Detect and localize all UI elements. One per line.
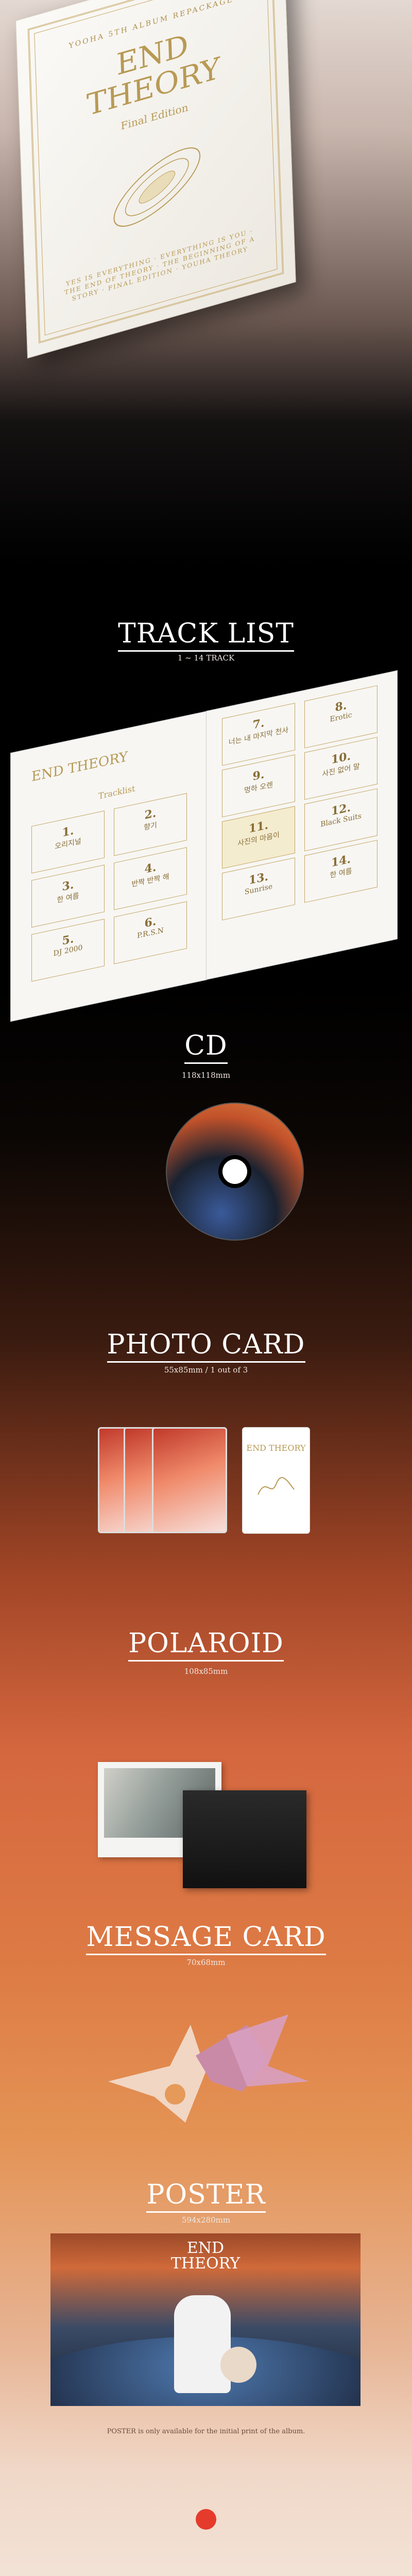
photocard-size: 55x85mm / 1 out of 3	[164, 1365, 248, 1375]
tracklist-left-page: END THEORY Tracklist 1. 오리지널 2. 향기 3. 한 여름 …	[10, 711, 207, 1022]
cd-size: 118x118mm	[181, 1071, 231, 1080]
tracklist-heading: TRACK LIST	[0, 618, 412, 652]
track-item: 6. P.R.S.N	[114, 901, 187, 964]
album-cover: YOOHA 5TH ALBUM REPACKAGE END THEORY Fin…	[15, 0, 296, 359]
photocard-front	[152, 1427, 227, 1533]
track-item: 2. 향기	[114, 793, 187, 856]
book-title: END THEORY	[31, 749, 128, 785]
photocard-title: PHOTO CARD	[107, 1329, 305, 1363]
polaroid-size: 108x85mm	[184, 1667, 228, 1676]
poster-image: END THEORY	[50, 2233, 360, 2406]
photocard-heading: PHOTO CARD	[0, 1329, 412, 1363]
polaroid-heading: POLAROID	[0, 1628, 412, 1662]
brand-logo-icon	[196, 2509, 216, 2530]
poster-image-title-line1: END	[186, 2239, 225, 2257]
poster-size: 594x280mm	[181, 2215, 231, 2225]
track-item: 5. DJ 2000	[31, 919, 105, 982]
cd-disc	[166, 1103, 304, 1241]
tracklist-title: TRACK LIST	[118, 618, 294, 652]
polaroid-envelope	[183, 1790, 306, 1888]
tracklist-book: END THEORY Tracklist 1. 오리지널 2. 향기 3. 한 여름 …	[10, 670, 402, 1022]
polaroid-title: POLAROID	[128, 1628, 284, 1662]
photocard-back: END THEORY	[242, 1427, 310, 1534]
tracklist-subtitle: 1 ~ 14 TRACK	[177, 653, 235, 663]
track-item: 13. Sunrise	[222, 857, 295, 921]
poster-note: POSTER is only available for the initial…	[107, 2428, 305, 2435]
cd-heading: CD	[0, 1030, 412, 1064]
book-left-label: Tracklist	[98, 783, 135, 801]
poster-title: POSTER	[146, 2179, 266, 2213]
poster-heading: POSTER	[0, 2179, 412, 2213]
track-item: 1. 오리지널	[31, 810, 105, 874]
messagecard-size: 70x68mm	[186, 1958, 226, 1967]
track-item: 14. 한 여름	[304, 840, 377, 903]
photocard-back-title: END THEORY	[246, 1443, 306, 1453]
tracklist-right-page: 7. 너는 내 마지막 천사 8. Erotic 9. 멍하 오렌 10. 사진 없어 …	[206, 670, 398, 980]
messagecard-heading: MESSAGE CARD	[0, 1922, 412, 1955]
poster-ball	[220, 2347, 256, 2383]
cd-title: CD	[184, 1030, 228, 1064]
poster-image-title: END THEORY	[50, 2241, 360, 2272]
track-item: 4. 반짝 반짝 해	[114, 847, 187, 910]
poster-image-title-line2: THEORY	[170, 2255, 241, 2273]
message-card-shapes	[108, 2014, 309, 2123]
track-item: 3. 한 여름	[31, 865, 105, 928]
signature-mark	[258, 1477, 295, 1495]
poster-figure	[174, 2295, 231, 2393]
messagecard-title: MESSAGE CARD	[86, 1922, 326, 1955]
